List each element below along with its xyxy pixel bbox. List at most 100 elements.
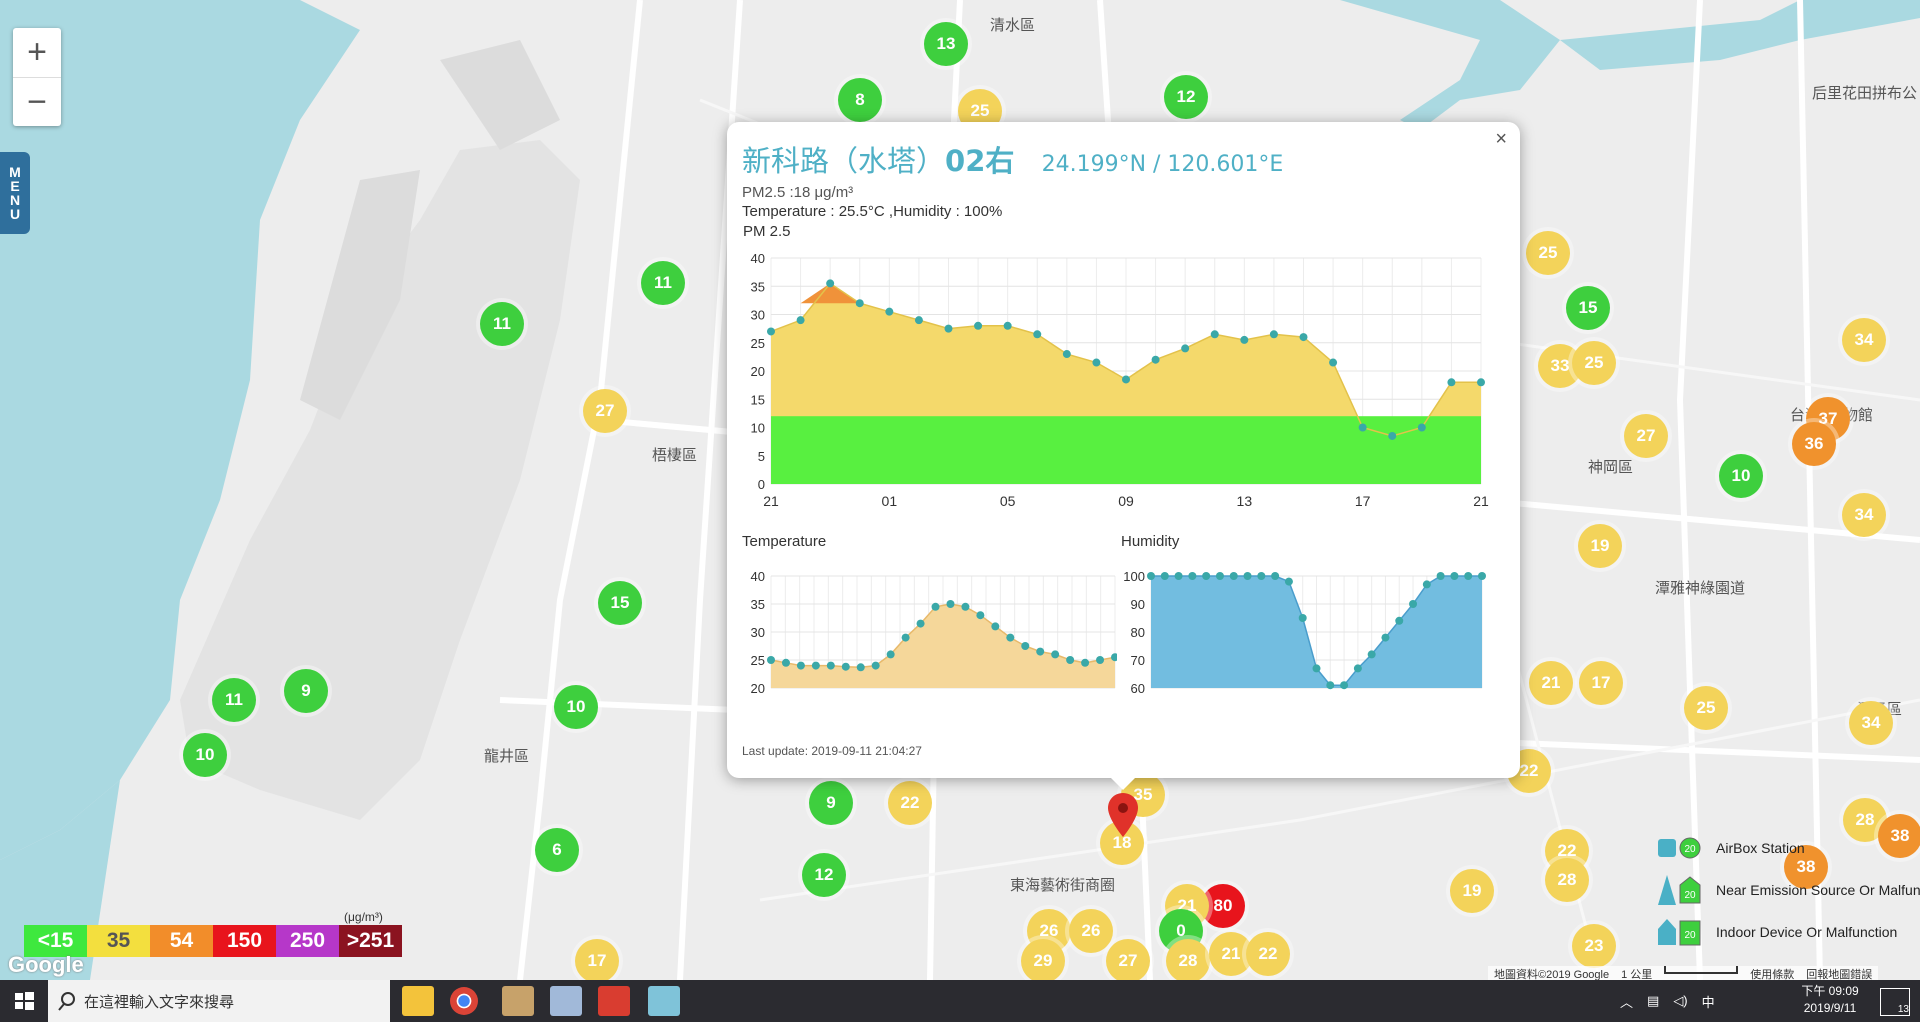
station-marker[interactable]: 17 [575,939,619,980]
station-marker[interactable]: 8 [838,78,882,122]
station-marker[interactable]: 29 [1021,939,1065,980]
station-marker[interactable]: 10 [1719,454,1763,498]
station-marker[interactable]: 26 [1069,909,1113,953]
station-coordinates: 24.199°N / 120.601°E [1041,152,1284,177]
taskbar-search-box[interactable]: 在這裡輸入文字來搜尋 [48,980,390,1022]
notification-center-button[interactable]: 13 [1880,988,1910,1016]
google-logo: Google [8,952,84,977]
station-marker[interactable]: 19 [1450,869,1494,913]
station-marker[interactable]: 34 [1842,318,1886,362]
network-icon[interactable]: ▤ [1647,993,1659,1009]
station-marker[interactable]: 13 [924,22,968,66]
legend-item: 150 [213,925,276,957]
station-marker[interactable]: 9 [809,781,853,825]
x-tick-label: 01 [882,493,898,509]
clock[interactable]: 下午 09:09 2019/9/11 [1790,983,1870,1017]
station-marker[interactable]: 12 [802,853,846,897]
station-marker[interactable]: 15 [598,581,642,625]
paint-icon[interactable] [502,986,534,1016]
data-point [1215,572,1224,580]
notes-icon[interactable] [648,986,680,1016]
sketchup-icon[interactable] [598,986,630,1016]
station-marker[interactable]: 11 [480,302,524,346]
emission-legend-marker-value: 20 [1684,890,1696,901]
station-marker[interactable]: 23 [1572,924,1616,968]
station-marker[interactable]: 27 [1624,414,1668,458]
data-point [914,316,923,325]
airbox-station-icon: 20 [1658,837,1701,859]
last-update-text: Last update: 2019-09-11 21:04:27 [742,744,922,758]
map-place-label: 梧棲區 [652,446,698,464]
data-point [767,656,775,664]
pm25-chart-label: PM 2.5 [743,223,791,240]
volume-icon[interactable]: ◁) [1673,993,1687,1009]
file-explorer-icon[interactable] [402,986,434,1016]
zoom-in-button[interactable]: + [13,28,61,78]
ime-indicator[interactable]: 中 [1702,992,1715,1011]
clock-date: 2019/9/11 [1803,1001,1857,1015]
app-icon[interactable] [550,986,582,1016]
data-point [961,602,970,611]
station-marker[interactable]: 17 [1579,661,1623,705]
data-point [1340,681,1349,690]
station-marker[interactable]: 21 [1529,661,1573,705]
indoor-legend-marker-value: 20 [1684,930,1696,941]
station-marker[interactable]: 36 [1792,422,1836,466]
data-point [1326,681,1335,690]
station-marker[interactable]: 22 [888,781,932,825]
station-marker[interactable]: 12 [1164,75,1208,119]
station-marker[interactable]: 27 [1106,939,1150,980]
y-tick-label: 10 [751,421,765,436]
station-marker[interactable]: 27 [583,389,627,433]
station-marker[interactable]: 25 [1526,231,1570,275]
windows-start-icon[interactable] [0,980,48,1022]
data-point [826,279,835,288]
station-marker[interactable]: 11 [212,678,256,722]
station-marker[interactable]: 34 [1842,493,1886,537]
station-marker[interactable]: 9 [284,669,328,713]
data-point [1464,572,1473,580]
station-info-popup: × 新科路（水塔）02右 24.199°N / 120.601°E PM2.5 … [727,122,1520,778]
station-marker[interactable]: 28 [1166,939,1210,980]
x-tick-label: 05 [1000,493,1016,509]
station-marker[interactable]: 28 [1545,858,1589,902]
report-error-link[interactable]: 回報地圖錯誤 [1806,966,1872,981]
legend-item: 250 [276,925,339,957]
map-data-credit: 地圖資料©2019 Google [1494,969,1610,981]
station-marker[interactable]: 10 [183,733,227,777]
scale-bar [1664,966,1739,974]
station-marker[interactable]: 25 [1572,341,1616,385]
data-point [1229,572,1238,580]
station-marker[interactable]: 10 [554,685,598,729]
station-marker[interactable]: 25 [1684,686,1728,730]
map-scale: 1 公里 [1621,969,1653,981]
location-pin-icon[interactable] [1106,791,1140,839]
chevron-up-icon[interactable]: ︿ [1620,992,1633,1011]
airbox-legend-marker-value: 20 [1684,844,1696,855]
station-marker[interactable]: 11 [641,261,685,305]
zoom-out-button[interactable]: − [13,78,61,127]
data-point [1422,580,1431,589]
x-tick-label: 21 [763,493,779,509]
station-marker[interactable]: 22 [1246,932,1290,976]
y-tick-label: 25 [751,653,765,668]
data-point [1367,650,1376,659]
station-marker[interactable]: 34 [1849,701,1893,745]
chrome-icon[interactable] [450,987,478,1015]
data-point [1353,664,1362,673]
close-icon[interactable]: × [1495,128,1507,151]
data-point [1036,647,1045,656]
y-tick-label: 35 [751,597,765,612]
station-marker[interactable]: 19 [1578,524,1622,568]
map-place-label: 龍井區 [484,747,530,765]
data-point [1409,600,1418,608]
terms-link[interactable]: 使用條款 [1750,966,1794,981]
data-point [1284,577,1293,586]
station-marker[interactable]: 15 [1566,286,1610,330]
station-marker[interactable]: 6 [535,828,579,872]
menu-tab[interactable]: M E N U [0,152,30,234]
data-point [1003,321,1012,330]
y-tick-label: 5 [758,449,765,464]
y-tick-label: 15 [751,392,765,407]
data-point [1066,656,1075,664]
